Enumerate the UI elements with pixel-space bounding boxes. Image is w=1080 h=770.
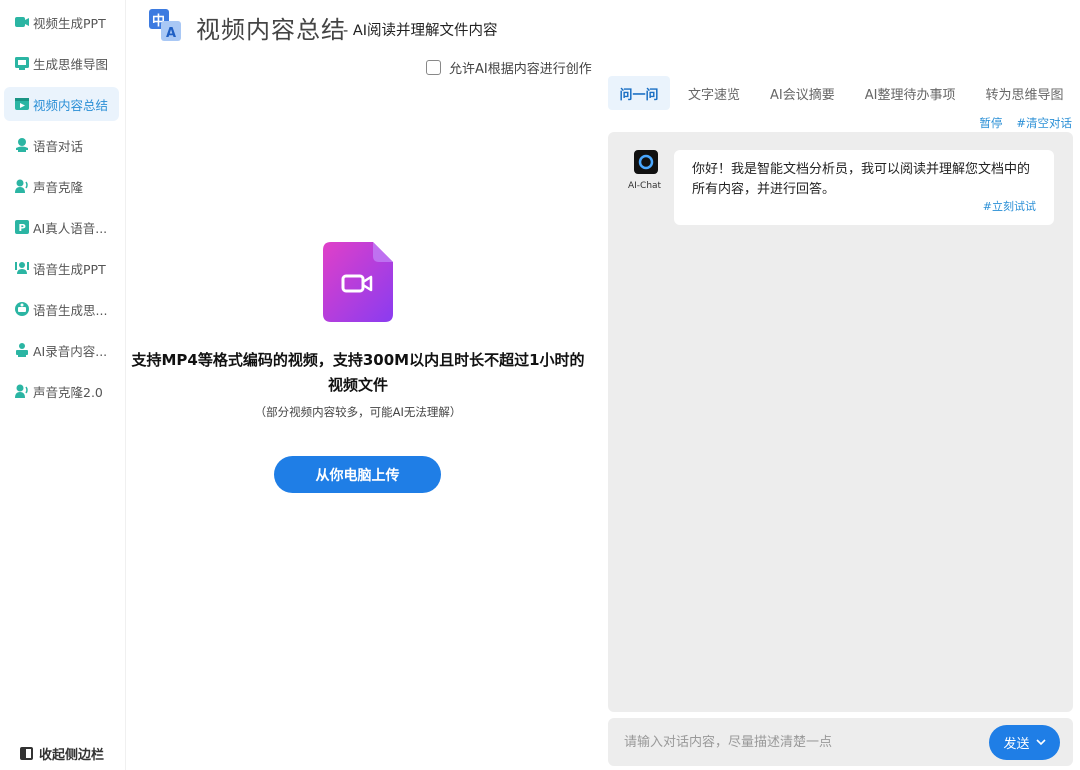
sidebar-item-video-summary[interactable]: 视频内容总结 (4, 87, 119, 121)
video-icon (14, 14, 30, 30)
send-label: 发送 (1003, 737, 1030, 752)
voice-clone-icon (14, 383, 30, 399)
mindmap-icon (14, 55, 30, 71)
collapse-sidebar-label: 收起侧边栏 (39, 748, 105, 763)
sidebar-item-voice-clone[interactable]: 声音克隆 (4, 169, 119, 203)
try-now-link[interactable]: #立刻试试 (983, 198, 1036, 214)
sidebar-item-ai-voice[interactable]: P AI真人语音... (4, 210, 119, 244)
voice-ppt-icon (14, 260, 30, 276)
sidebar-toggle-icon (20, 747, 33, 760)
chat-area: AI-Chat 你好！我是智能文档分析员，我可以阅读并理解您文档中的所有内容，并… (608, 132, 1073, 712)
chat-actions: 暂停 #清空对话 (979, 115, 1072, 131)
tab-ask[interactable]: 问一问 (608, 76, 670, 110)
sidebar-item-label: 声音克隆2.0 (33, 384, 103, 400)
tab-mindmap[interactable]: 转为思维导图 (985, 76, 1063, 110)
bot-name: AI-Chat (628, 181, 662, 191)
allow-creation-checkbox[interactable] (426, 60, 441, 75)
video-summary-icon (14, 96, 30, 112)
voice-chat-icon (14, 137, 30, 153)
chevron-down-icon (1035, 735, 1046, 750)
translate-logo-icon: 中 A (148, 8, 182, 42)
sidebar-item-voice-clone-2[interactable]: 声音克隆2.0 (4, 374, 119, 408)
sidebar-item-label: AI录音内容... (33, 343, 108, 359)
sidebar-item-label: 语音生成思... (33, 302, 108, 318)
voice-mindmap-icon (14, 301, 30, 317)
sidebar-item-voice-chat[interactable]: 语音对话 (4, 128, 119, 162)
page-subtitle: - AI阅读并理解文件内容 (343, 23, 498, 39)
clear-chat-button[interactable]: #清空对话 (1016, 115, 1072, 131)
allow-creation-option[interactable]: 允许AI根据内容进行创作 (426, 58, 592, 77)
sidebar: 视频生成PPT 生成思维导图 视频内容总结 语音对话 声音克隆 P AI真人语音… (0, 0, 126, 770)
sidebar-item-label: AI真人语音... (33, 220, 108, 236)
recording-icon (14, 342, 30, 358)
tab-bar: 问一问 文字速览 AI会议摘要 AI整理待办事项 转为思维导图 (608, 76, 1074, 110)
tab-todo[interactable]: AI整理待办事项 (865, 76, 956, 110)
ai-chat-avatar-icon (634, 150, 658, 174)
sidebar-item-video-ppt[interactable]: 视频生成PPT (4, 5, 119, 39)
svg-text:A: A (166, 26, 176, 41)
upload-note: （部分视频内容较多，可能AI无法理解） (254, 405, 462, 419)
collapse-sidebar-button[interactable]: 收起侧边栏 (20, 744, 104, 763)
bot-message: 你好！我是智能文档分析员，我可以阅读并理解您文档中的所有内容，并进行回答。 #立… (674, 150, 1054, 225)
page-title: 视频内容总结 (196, 16, 346, 44)
sidebar-item-label: 语音生成PPT (33, 261, 106, 277)
chat-input[interactable] (614, 724, 984, 760)
chat-input-bar: 发送 (608, 718, 1073, 766)
send-button[interactable]: 发送 (989, 725, 1060, 760)
upload-from-computer-button[interactable]: 从你电脑上传 (274, 456, 441, 493)
sidebar-item-label: 声音克隆 (33, 179, 84, 195)
ai-voice-icon: P (14, 219, 30, 235)
pause-button[interactable]: 暂停 (979, 115, 1002, 131)
sidebar-item-voice-mindmap[interactable]: 语音生成思... (4, 292, 119, 326)
svg-text:P: P (19, 223, 26, 234)
voice-clone-icon (14, 178, 30, 194)
sidebar-item-label: 视频生成PPT (33, 15, 106, 31)
allow-creation-label: 允许AI根据内容进行创作 (449, 62, 592, 77)
tab-text-overview[interactable]: 文字速览 (688, 76, 740, 110)
tab-meeting-summary[interactable]: AI会议摘要 (770, 76, 835, 110)
sidebar-item-voice-ppt[interactable]: 语音生成PPT (4, 251, 119, 285)
bot-message-text: 你好！我是智能文档分析员，我可以阅读并理解您文档中的所有内容，并进行回答。 (692, 162, 1031, 197)
sidebar-item-label: 视频内容总结 (33, 97, 109, 113)
sidebar-item-label: 语音对话 (33, 138, 84, 154)
sidebar-item-mindmap[interactable]: 生成思维导图 (4, 46, 119, 80)
sidebar-item-label: 生成思维导图 (33, 56, 109, 72)
video-file-icon (323, 242, 393, 322)
sidebar-item-recording[interactable]: AI录音内容... (4, 333, 119, 367)
upload-instructions: 支持MP4等格式编码的视频，支持300M以内且时长不超过1小时的视频文件 (131, 351, 585, 394)
